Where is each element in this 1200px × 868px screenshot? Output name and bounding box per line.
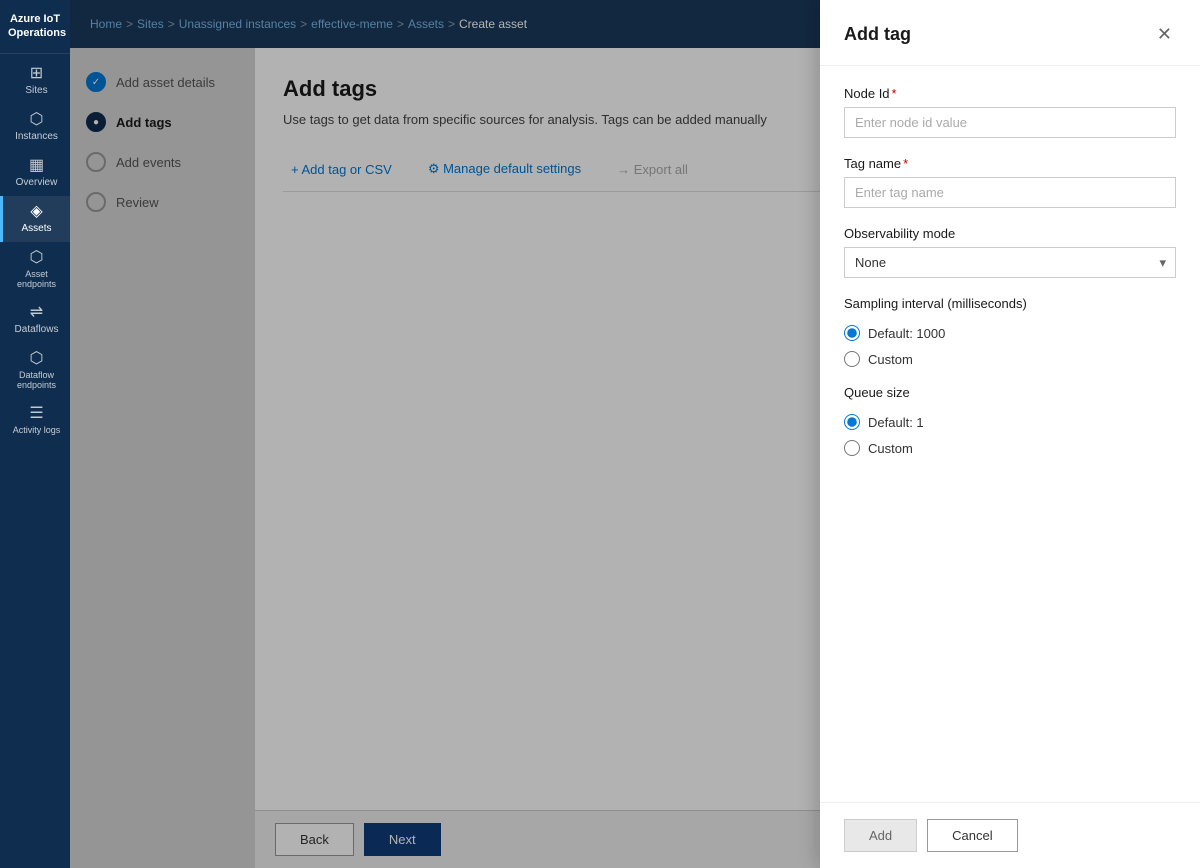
observability-mode-label: Observability mode xyxy=(844,226,1176,241)
tag-name-input[interactable] xyxy=(844,177,1176,208)
close-drawer-button[interactable]: ✕ xyxy=(1153,20,1176,49)
sampling-interval-custom-label: Custom xyxy=(868,352,913,367)
sampling-interval-field-group: Sampling interval (milliseconds) Default… xyxy=(844,296,1176,367)
queue-size-label: Queue size xyxy=(844,385,1176,400)
instances-icon: ⬡ xyxy=(30,112,44,128)
sampling-interval-default-option[interactable]: Default: 1000 xyxy=(844,325,1176,341)
sampling-interval-label: Sampling interval (milliseconds) xyxy=(844,296,1176,311)
add-tag-drawer: Add tag ✕ Node Id* Tag name* Observabili… xyxy=(820,0,1200,868)
sampling-interval-custom-option[interactable]: Custom xyxy=(844,351,1176,367)
dataflow-endpoints-icon: ⬡ xyxy=(30,351,44,367)
node-id-input[interactable] xyxy=(844,107,1176,138)
sampling-interval-default-label: Default: 1000 xyxy=(868,326,945,341)
sidebar-item-label: Overview xyxy=(16,177,58,188)
sidebar: Azure IoT Operations ⊞ Sites ⬡ Instances… xyxy=(0,0,70,868)
drawer-footer: Add Cancel xyxy=(820,802,1200,868)
queue-size-default-label: Default: 1 xyxy=(868,415,924,430)
sidebar-item-label: Dataflows xyxy=(15,324,59,335)
sidebar-item-label: Asset endpoints xyxy=(7,269,66,289)
sidebar-item-activity-logs[interactable]: ☰ Activity logs xyxy=(0,398,70,443)
sidebar-item-instances[interactable]: ⬡ Instances xyxy=(0,104,70,150)
queue-size-default-option[interactable]: Default: 1 xyxy=(844,414,1176,430)
add-tag-button[interactable]: Add xyxy=(844,819,917,852)
sidebar-item-dataflows[interactable]: ⇌ Dataflows xyxy=(0,297,70,343)
queue-size-custom-option[interactable]: Custom xyxy=(844,440,1176,456)
observability-mode-select[interactable]: None Gauge Counter Histogram Log xyxy=(844,247,1176,278)
tag-name-field-group: Tag name* xyxy=(844,156,1176,208)
sidebar-item-assets[interactable]: ◈ Assets xyxy=(0,196,70,242)
sidebar-item-sites[interactable]: ⊞ Sites xyxy=(0,58,70,104)
drawer-header: Add tag ✕ xyxy=(820,0,1200,66)
sidebar-item-label: Assets xyxy=(21,223,51,234)
app-title: Azure IoT Operations xyxy=(0,0,70,54)
sampling-interval-default-radio[interactable] xyxy=(844,325,860,341)
queue-size-field-group: Queue size Default: 1 Custom xyxy=(844,385,1176,456)
sidebar-item-label: Dataflow endpoints xyxy=(7,370,66,390)
queue-size-default-radio[interactable] xyxy=(844,414,860,430)
queue-size-custom-label: Custom xyxy=(868,441,913,456)
sidebar-item-overview[interactable]: ▦ Overview xyxy=(0,150,70,196)
sidebar-item-asset-endpoints[interactable]: ⬡ Asset endpoints xyxy=(0,242,70,297)
sampling-interval-custom-radio[interactable] xyxy=(844,351,860,367)
sites-icon: ⊞ xyxy=(30,66,43,82)
sampling-interval-radio-group: Default: 1000 Custom xyxy=(844,325,1176,367)
observability-mode-field-group: Observability mode None Gauge Counter Hi… xyxy=(844,226,1176,278)
overview-icon: ▦ xyxy=(29,158,44,174)
sidebar-item-label: Instances xyxy=(15,131,58,142)
drawer-body: Node Id* Tag name* Observability mode No… xyxy=(820,66,1200,802)
sidebar-item-dataflow-endpoints[interactable]: ⬡ Dataflow endpoints xyxy=(0,343,70,398)
sidebar-item-label: Activity logs xyxy=(13,425,61,435)
dataflows-icon: ⇌ xyxy=(30,305,43,321)
tag-name-label: Tag name* xyxy=(844,156,1176,171)
observability-mode-select-wrapper: None Gauge Counter Histogram Log ▾ xyxy=(844,247,1176,278)
queue-size-radio-group: Default: 1 Custom xyxy=(844,414,1176,456)
queue-size-custom-radio[interactable] xyxy=(844,440,860,456)
activity-logs-icon: ☰ xyxy=(29,406,43,422)
sidebar-item-label: Sites xyxy=(25,85,47,96)
drawer-title: Add tag xyxy=(844,24,911,45)
assets-icon: ◈ xyxy=(30,204,42,220)
asset-endpoints-icon: ⬡ xyxy=(30,250,44,266)
node-id-label: Node Id* xyxy=(844,86,1176,101)
cancel-button[interactable]: Cancel xyxy=(927,819,1017,852)
node-id-field-group: Node Id* xyxy=(844,86,1176,138)
